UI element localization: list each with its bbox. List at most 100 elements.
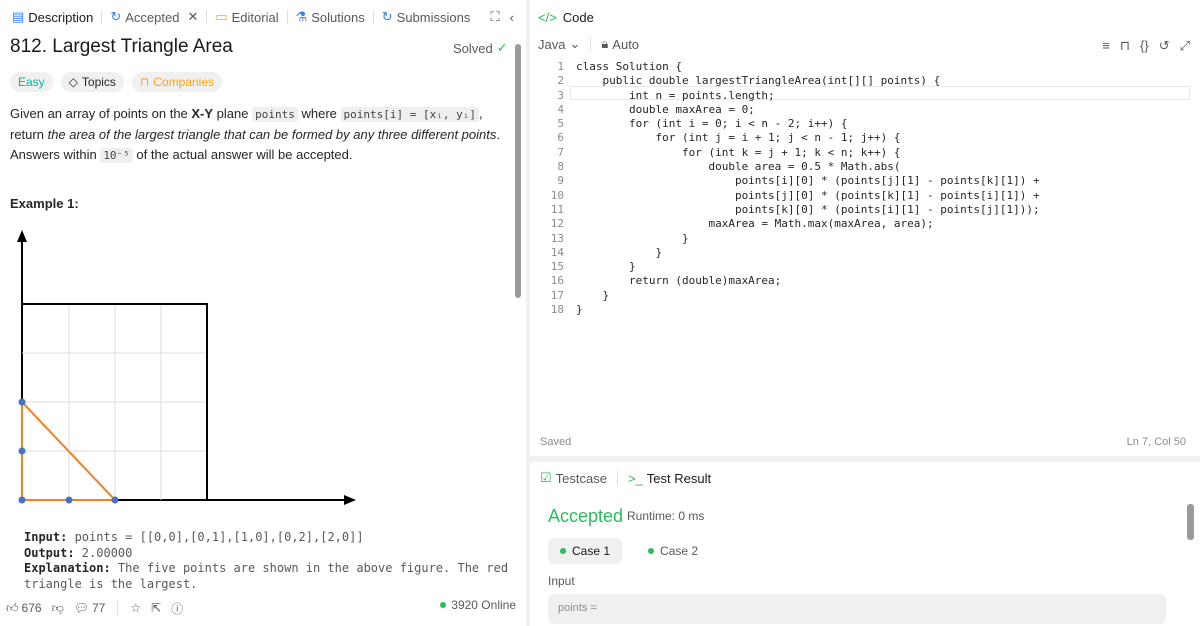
collapse-icon[interactable]: ‹ <box>510 10 514 25</box>
braces-icon[interactable]: {} <box>1140 38 1149 54</box>
code-line[interactable]: 17 } <box>530 289 1200 303</box>
code-line[interactable]: 11 points[k][0] * (points[i][1] - points… <box>530 203 1200 217</box>
checkbox-icon: ☑ <box>540 470 552 485</box>
code-line[interactable]: 15 } <box>530 260 1200 274</box>
comment-icon: 💬︎ <box>73 601 89 615</box>
y-axis-arrow <box>17 230 27 242</box>
description-panel: ▤ Description ↻ Accepted ✕ ▭ Editorial ⚗… <box>0 0 526 626</box>
difficulty-chip[interactable]: Easy <box>10 72 53 92</box>
fullscreen-icon[interactable]: ⛶ <box>491 9 500 25</box>
check-circle-icon: ✓ <box>496 40 508 55</box>
problem-description: Given an array of points on the X-Y plan… <box>10 106 500 163</box>
code-line[interactable]: 5 for (int i = 0; i < n - 2; i++) { <box>530 117 1200 131</box>
expand-icon[interactable]: ⤢ <box>1180 38 1190 54</box>
line-content: } <box>576 245 663 259</box>
result-panel: ☑ Testcase >_ Test Result Accepted Runti… <box>530 462 1200 626</box>
code-icon: </> <box>538 9 557 25</box>
runtime-label: Runtime: 0 ms <box>627 509 705 523</box>
x-axis-arrow <box>344 495 356 505</box>
history-icon: ↻ <box>381 9 393 24</box>
tab-divider <box>372 10 374 24</box>
format-icon[interactable]: ≡ <box>1102 38 1110 54</box>
tab-divider <box>101 10 103 24</box>
line-number: 10 <box>550 188 564 202</box>
code-line[interactable]: 14 } <box>530 246 1200 260</box>
line-content: } <box>576 303 583 317</box>
saved-status: Saved <box>540 436 572 448</box>
companies-chip[interactable]: ⊓ Companies <box>131 72 223 92</box>
share-icon[interactable]: ⇱ <box>151 601 161 615</box>
tab-submissions[interactable]: ↻ Submissions <box>376 9 477 25</box>
line-content: points[i][0] * (points[j][1] - points[k]… <box>576 174 1040 188</box>
tab-editorial[interactable]: ▭ Editorial <box>209 9 284 25</box>
line-number: 5 <box>557 117 564 131</box>
case-tabs: Case 1 Case 2 <box>548 538 710 564</box>
history-icon: ↻ <box>110 9 122 24</box>
code-line[interactable]: 9 points[i][0] * (points[j][1] - points[… <box>530 174 1200 188</box>
auto-mode-toggle[interactable]: 🔒︎ Auto <box>601 36 639 52</box>
line-number: 12 <box>550 217 564 231</box>
line-number: 14 <box>550 245 564 259</box>
code-line[interactable]: 13 } <box>530 232 1200 246</box>
thumbs-down-icon[interactable]: 👎︎ <box>52 601 64 616</box>
comments-button[interactable]: 💬︎ 77 <box>74 601 106 615</box>
pass-dot-icon <box>648 548 655 554</box>
code-toolbar: Java ⌄ 🔒︎ Auto <box>538 36 639 52</box>
description-scrollbar[interactable] <box>515 44 521 298</box>
tab-divider <box>286 10 288 24</box>
like-button[interactable]: 👍︎ 676 <box>6 601 42 616</box>
help-icon[interactable]: ⓘ <box>171 600 183 617</box>
tab-accepted[interactable]: ↻ Accepted ✕ <box>104 9 204 25</box>
line-number: 17 <box>550 288 564 302</box>
line-content: } <box>576 231 689 245</box>
code-line[interactable]: 3 int n = points.length; <box>530 89 1200 103</box>
tab-description[interactable]: ▤ Description <box>6 9 99 25</box>
result-scrollbar[interactable] <box>1187 504 1194 540</box>
page-title: 812. Largest Triangle Area <box>10 36 233 57</box>
tab-solutions[interactable]: ⚗ Solutions <box>290 9 371 25</box>
lock-icon: 🔒︎ <box>601 36 609 51</box>
line-content: points[j][0] * (points[k][1] - points[i]… <box>576 188 1040 202</box>
code-line[interactable]: 10 points[j][0] * (points[k][1] - points… <box>530 189 1200 203</box>
code-tools: ≡ ⊓ {} ↺ ⤢ <box>1102 38 1190 54</box>
language-select[interactable]: Java ⌄ <box>538 36 580 52</box>
line-content: double area = 0.5 * Math.abs( <box>576 160 901 174</box>
reset-icon[interactable]: ↺ <box>1159 38 1170 54</box>
chevron-down-icon: ⌄ <box>569 36 581 51</box>
line-number: 16 <box>550 274 564 288</box>
star-icon[interactable]: ☆ <box>130 601 141 615</box>
case-1-tab[interactable]: Case 1 <box>548 538 623 564</box>
line-content: for (int i = 0; i < n - 2; i++) { <box>576 117 848 131</box>
bookmark-icon[interactable]: ⊓ <box>1120 38 1130 54</box>
code-line[interactable]: 18} <box>530 303 1200 317</box>
code-line[interactable]: 6 for (int j = i + 1; j < n - 1; j++) { <box>530 131 1200 145</box>
thumbs-up-icon: 👍︎ <box>6 600 19 615</box>
tab-test-result[interactable]: >_ Test Result <box>628 471 711 486</box>
code-line[interactable]: 2 public double largestTriangleArea(int[… <box>530 74 1200 88</box>
code-line[interactable]: 1 class Solution { <box>530 60 1200 74</box>
app-root: ▤ Description ↻ Accepted ✕ ▭ Editorial ⚗… <box>0 0 1200 626</box>
point-2-0 <box>111 496 119 504</box>
example-block: Input: points = [[0,0],[0,1],[1,0],[0,2]… <box>24 530 509 591</box>
tag-icon: ◇ <box>68 75 78 89</box>
online-count: 3920 Online <box>440 598 516 612</box>
topics-chip[interactable]: ◇ Topics <box>60 72 124 92</box>
code-line[interactable]: 16 return (double)maxArea; <box>530 274 1200 288</box>
terminal-icon: >_ <box>627 470 643 486</box>
line-content: for (int j = i + 1; j < n - 1; j++) { <box>576 131 901 145</box>
code-line[interactable]: 8 double area = 0.5 * Math.abs( <box>530 160 1200 174</box>
close-icon[interactable]: ✕ <box>187 9 198 25</box>
code-line[interactable]: 12 maxArea = Math.max(maxArea, area); <box>530 217 1200 231</box>
line-content: maxArea = Math.max(maxArea, area); <box>576 217 934 231</box>
code-line[interactable]: 7 for (int k = j + 1; k < n; k++) { <box>530 146 1200 160</box>
result-tabs: ☑ Testcase >_ Test Result <box>540 470 711 486</box>
line-content: for (int k = j + 1; k < n; k++) { <box>576 145 901 159</box>
code-line[interactable]: 4 double maxArea = 0; <box>530 103 1200 117</box>
line-number: 4 <box>557 102 564 116</box>
solved-badge: Solved ✓ <box>453 40 508 56</box>
line-number: 7 <box>557 145 564 159</box>
tab-testcase[interactable]: ☑ Testcase <box>540 470 607 486</box>
code-editor[interactable]: 1 class Solution {2 public double largest… <box>530 60 1200 317</box>
line-content: points[k][0] * (points[i][1] - points[j]… <box>576 202 1040 216</box>
case-2-tab[interactable]: Case 2 <box>636 538 710 564</box>
